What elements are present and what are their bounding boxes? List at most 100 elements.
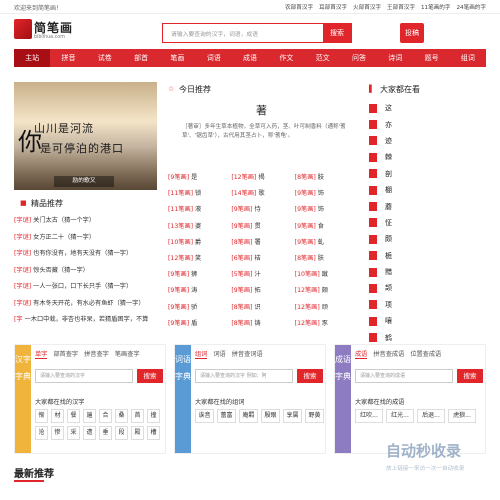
grid-item[interactable]: 槽 bbox=[147, 426, 160, 440]
stroke-item[interactable]: [9笔画] 虬 bbox=[295, 237, 358, 253]
site-logo[interactable]: 简笔画 biblihua.com bbox=[14, 17, 74, 45]
grid-item[interactable]: 庵羁 bbox=[239, 409, 258, 423]
grid-item[interactable]: 红吹... bbox=[355, 409, 383, 423]
stroke-item[interactable]: [10笔画] 爵 bbox=[168, 237, 231, 253]
hot-item[interactable]: 颉 bbox=[369, 280, 486, 296]
stroke-item[interactable]: [10笔画] 蹴 bbox=[295, 269, 358, 285]
hero-banner[interactable]: 你 山川是河流 是可停泊的港口 励的歌又 bbox=[14, 82, 157, 190]
nav-item-home[interactable]: 主站 bbox=[14, 49, 51, 67]
hot-item[interactable]: 栀 bbox=[369, 248, 486, 264]
hot-item[interactable]: 棘 bbox=[369, 149, 486, 165]
tab-ciyu[interactable]: 词语 bbox=[213, 349, 225, 359]
hot-item[interactable]: 棚 bbox=[369, 182, 486, 198]
hot-item[interactable]: 亦 bbox=[369, 116, 486, 132]
list-item[interactable]: [字 一木口中栽，非杏也非呆，若猜盾困字，不算 bbox=[14, 314, 159, 331]
nav-item[interactable]: 笔画 bbox=[159, 49, 195, 67]
stroke-item[interactable]: [12笔画] 揭 bbox=[231, 172, 294, 188]
stroke-item[interactable]: [9笔画] 盾 bbox=[168, 318, 231, 334]
stroke-item[interactable]: [5笔画] 汁 bbox=[231, 269, 294, 285]
top-link[interactable]: 王部首汉字 bbox=[387, 3, 415, 11]
top-link[interactable]: 11笔画的字 bbox=[421, 3, 451, 11]
grid-item[interactable]: 首 bbox=[131, 409, 144, 423]
stroke-item[interactable]: [9笔画] 涛 bbox=[168, 285, 231, 301]
tab-pinyin-chengyu[interactable]: 拼音查成语 bbox=[373, 349, 404, 359]
search-input[interactable]: 请输入要查询的汉字，词语，成语 bbox=[171, 29, 258, 38]
grid-item[interactable]: 蕾富 bbox=[217, 409, 236, 423]
list-item[interactable]: [字谜] 惊头否藏（猜一字） bbox=[14, 265, 159, 282]
nav-item[interactable]: 作文 bbox=[268, 49, 304, 67]
stroke-item[interactable]: [8笔画] 肢 bbox=[295, 172, 358, 188]
nav-item[interactable]: 试卷 bbox=[87, 49, 123, 67]
stroke-item[interactable]: [9笔画] 食 bbox=[295, 221, 358, 237]
stroke-item[interactable]: [9笔画] 恃 bbox=[231, 204, 294, 220]
search-button[interactable]: 搜索 bbox=[323, 24, 351, 42]
hot-item[interactable]: 迹 bbox=[369, 133, 486, 149]
grid-item[interactable]: 垂 bbox=[99, 426, 112, 440]
stroke-item[interactable]: [9笔画] 是 bbox=[168, 172, 231, 188]
stroke-item[interactable]: [9笔画] 狮 bbox=[168, 269, 231, 285]
stroke-item[interactable]: [12笔画] 顽 bbox=[295, 302, 358, 318]
top-link[interactable]: 24笔画的字 bbox=[457, 3, 487, 11]
today-char[interactable]: 著 bbox=[256, 102, 267, 118]
list-item[interactable]: [字谜] 也有你没有，地有天没有（猜一字） bbox=[14, 248, 159, 265]
stroke-item[interactable]: [6笔画] 桔 bbox=[231, 253, 294, 269]
stroke-item[interactable]: [9笔画] 饰 bbox=[295, 204, 358, 220]
nav-item[interactable]: 部首 bbox=[123, 49, 159, 67]
nav-item[interactable]: 拼音 bbox=[50, 49, 86, 67]
list-item[interactable]: [字谜] 关门太古（猜一个字） bbox=[14, 215, 159, 232]
ciyu-search-input[interactable]: 请输入要查询的汉字 例如：阿 bbox=[195, 369, 293, 383]
grid-item[interactable]: 享属 bbox=[283, 409, 302, 423]
hot-item[interactable]: 蘑 bbox=[369, 198, 486, 214]
stroke-item[interactable]: [13笔画] 婆 bbox=[168, 221, 231, 237]
grid-item[interactable]: 合 bbox=[99, 409, 112, 423]
nav-item[interactable]: 成语 bbox=[232, 49, 268, 67]
grid-item[interactable]: 殷眼 bbox=[261, 409, 280, 423]
nav-item[interactable]: 诗词 bbox=[377, 49, 413, 67]
tab-zuci[interactable]: 组词 bbox=[195, 349, 208, 359]
nav-item[interactable]: 范文 bbox=[305, 49, 341, 67]
hanzi-search-input[interactable]: 请输入要查询的汉字 bbox=[35, 369, 133, 383]
top-link[interactable]: 火部首汉字 bbox=[353, 3, 381, 11]
hot-item[interactable]: 项 bbox=[369, 297, 486, 313]
hot-item[interactable]: 颇 bbox=[369, 231, 486, 247]
ciyu-search-button[interactable]: 搜索 bbox=[297, 369, 323, 383]
nav-item[interactable]: 题号 bbox=[413, 49, 449, 67]
grid-item[interactable]: 餐 bbox=[67, 409, 80, 423]
stroke-item[interactable]: [12笔画] 豕 bbox=[295, 318, 358, 334]
grid-item[interactable]: 后退... bbox=[417, 409, 445, 423]
grid-item[interactable]: 段 bbox=[115, 426, 128, 440]
tab-chengyu[interactable]: 成语 bbox=[355, 349, 368, 359]
hot-item[interactable]: 这 bbox=[369, 100, 486, 116]
stroke-item[interactable]: [9笔画] 饰 bbox=[295, 188, 358, 204]
stroke-item[interactable]: [14笔画] 歌 bbox=[231, 188, 294, 204]
top-link[interactable]: 耳部首汉字 bbox=[319, 3, 347, 11]
hanzi-search-button[interactable]: 搜索 bbox=[137, 369, 163, 383]
list-item[interactable]: [字谜] 一人一张口，口下长只手（猜一字） bbox=[14, 281, 159, 298]
grid-item[interactable]: 桑 bbox=[115, 409, 128, 423]
grid-item[interactable]: 撞 bbox=[147, 409, 160, 423]
stroke-item[interactable]: [11笔画] 锁 bbox=[168, 188, 231, 204]
stroke-item[interactable]: [9笔画] 骄 bbox=[168, 302, 231, 318]
contribute-button[interactable]: 投稿 bbox=[400, 23, 424, 43]
grid-item[interactable]: 材 bbox=[51, 409, 64, 423]
nav-item[interactable]: 词语 bbox=[196, 49, 232, 67]
tab-bushou[interactable]: 部首查字 bbox=[53, 349, 78, 359]
chengyu-search-button[interactable]: 搜索 bbox=[457, 369, 483, 383]
grid-item[interactable]: 诶音 bbox=[195, 409, 214, 423]
grid-item[interactable]: 殿 bbox=[131, 426, 144, 440]
stroke-item[interactable]: [11笔画] 液 bbox=[168, 204, 231, 220]
stroke-item[interactable]: [12笔画] 颇 bbox=[295, 285, 358, 301]
grid-item[interactable]: 红光... bbox=[386, 409, 414, 423]
grid-item[interactable]: 沧 bbox=[35, 426, 48, 440]
nav-item[interactable]: 组词 bbox=[450, 49, 486, 67]
chengyu-search-input[interactable]: 请输入要查询的成语 bbox=[355, 369, 453, 383]
hot-item[interactable]: 怔 bbox=[369, 215, 486, 231]
nav-item[interactable]: 问答 bbox=[341, 49, 377, 67]
hot-item[interactable]: 黯 bbox=[369, 264, 486, 280]
tab-weizhi-chengyu[interactable]: 位置查成语 bbox=[410, 349, 441, 359]
stroke-item[interactable]: [8笔画] 识 bbox=[231, 302, 294, 318]
grid-item[interactable]: 野黄 bbox=[305, 409, 324, 423]
grid-item[interactable]: 采 bbox=[67, 426, 80, 440]
list-item[interactable]: [字谜] 女方正二十（猜一字） bbox=[14, 232, 159, 249]
grid-item[interactable]: 遍 bbox=[83, 409, 96, 423]
